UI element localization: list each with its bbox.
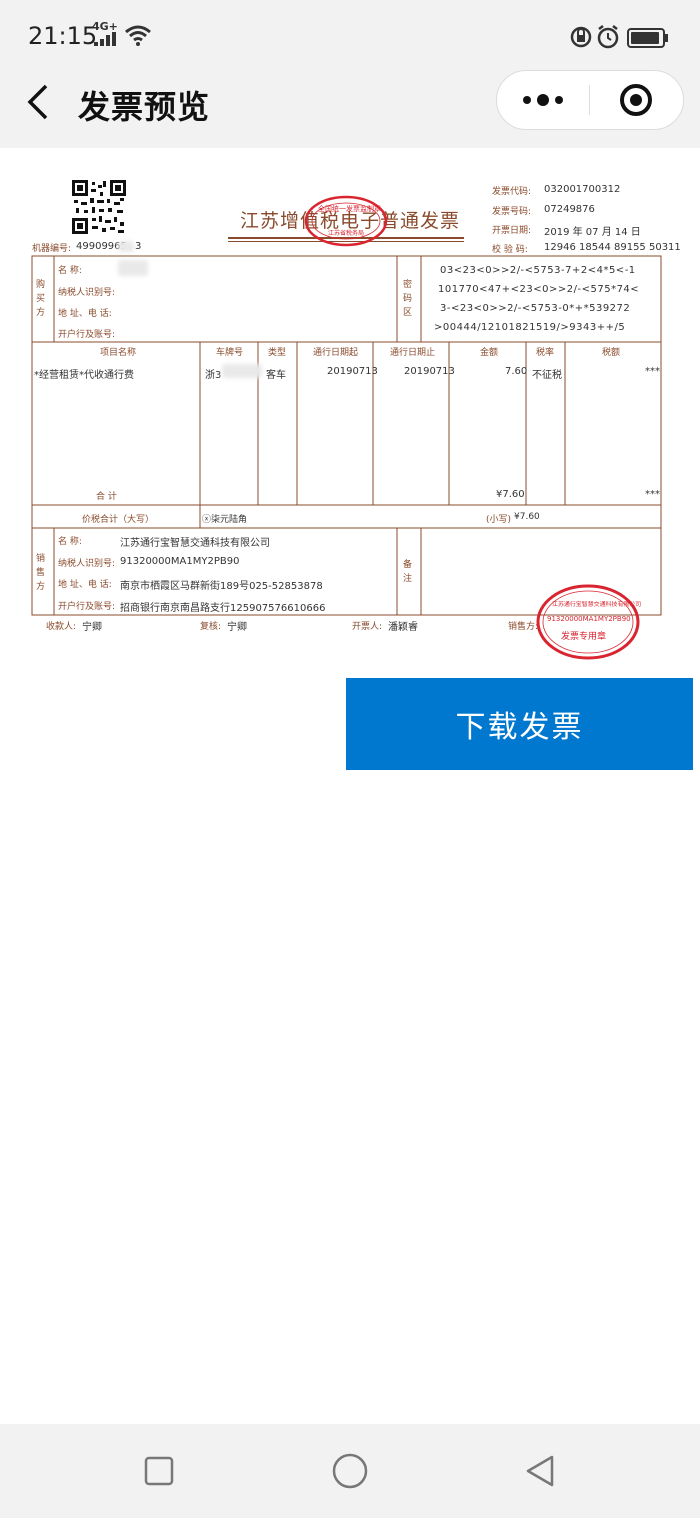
- invoice-preview: 江苏增值税电子普通发票 全国统一发票监制章 江苏省税务局 发票代码: 03200…: [0, 148, 700, 668]
- seller-seal-ring-text: 江苏通行宝智慧交通科技有限公司: [552, 600, 642, 608]
- total-amount: ¥7.60: [496, 489, 525, 500]
- lower-value: ¥7.60: [514, 512, 540, 522]
- back-icon[interactable]: [524, 1454, 556, 1488]
- col-tax: 税额: [602, 348, 621, 358]
- row-start: 20190713: [327, 366, 378, 377]
- total-tax: ***: [645, 489, 660, 500]
- seller-name-label: 名 称:: [58, 537, 82, 547]
- total-words: ⓧ柒元陆角: [202, 515, 248, 525]
- row-type: 客车: [266, 370, 286, 381]
- col-item-name: 项目名称: [100, 348, 137, 358]
- seller-taxid-label: 纳税人识别号:: [58, 559, 116, 569]
- cipher-area-label: 密码区: [403, 280, 413, 318]
- buyer-side-label: 购买方: [36, 280, 46, 318]
- status-time: 21:15: [28, 22, 98, 50]
- back-arrow-icon[interactable]: [26, 84, 50, 120]
- status-right-icons: [570, 25, 668, 49]
- cipher-line-4: >00444/12101821519/>9343++/5: [434, 322, 626, 333]
- total-words-label: 价税合计（大写）: [82, 515, 155, 525]
- nav-bar: 发票预览: [0, 70, 700, 148]
- recent-apps-icon[interactable]: [144, 1456, 174, 1486]
- cipher-line-2: 101770<47+<23<0>>2/-<575*74<: [438, 284, 640, 295]
- content-area: 江苏增值税电子普通发票 全国统一发票监制章 江苏省税务局 发票代码: 03200…: [0, 148, 700, 1424]
- col-end-date: 通行日期止: [390, 348, 436, 358]
- system-nav-bar: [0, 1424, 700, 1518]
- close-mini-program-icon[interactable]: [619, 83, 653, 117]
- row-tax: ***: [645, 366, 660, 377]
- rotation-lock-icon: [570, 26, 592, 48]
- wifi-icon: [125, 25, 151, 46]
- cipher-line-1: 03<23<0>>2/-<5753-7+2<4*5<-1: [440, 265, 636, 276]
- seller-bank-label: 开户行及账号:: [58, 602, 116, 612]
- more-icon[interactable]: [519, 89, 567, 111]
- buyer-address-label: 地 址、电 话:: [58, 309, 112, 319]
- buyer-taxid-label: 纳税人识别号:: [58, 288, 116, 298]
- seller-taxid-value: 91320000MA1MY2PB90: [120, 556, 240, 567]
- mini-program-capsule: [496, 70, 684, 130]
- signal-icon: [94, 32, 116, 46]
- row-item-name: *经营租赁*代收通行费: [34, 370, 134, 381]
- issuer-label: 开票人:: [352, 622, 383, 632]
- remarks-label: 备注: [403, 560, 413, 584]
- seller-seal-label: 发票专用章: [561, 632, 607, 642]
- col-plate: 车牌号: [216, 348, 244, 358]
- buyer-name-label: 名 称:: [58, 266, 82, 276]
- home-icon[interactable]: [332, 1453, 368, 1489]
- capsule-divider: [589, 85, 590, 115]
- seller-name-value: 江苏通行宝智慧交通科技有限公司: [120, 538, 270, 549]
- buyer-name-blur: [118, 260, 148, 276]
- row-rate: 不征税: [532, 370, 562, 381]
- lower-label: (小写): [486, 515, 512, 525]
- seller-bank-value: 招商银行南京南昌路支行125907576610666: [120, 603, 326, 614]
- page-title: 发票预览: [78, 88, 211, 126]
- alarm-icon: [597, 25, 619, 49]
- reviewer-value: 宁卿: [227, 622, 247, 633]
- payee-label: 收款人:: [46, 622, 77, 632]
- col-start-date: 通行日期起: [313, 348, 359, 358]
- seller-side-label: 销售方: [36, 554, 46, 592]
- seller-address-value: 南京市栖霞区马群新街189号025-52853878: [120, 581, 323, 592]
- row-plate: 浙3: [205, 370, 222, 381]
- row-amount: 7.60: [505, 366, 528, 377]
- row-plate-blur: [222, 364, 262, 378]
- payee-value: 宁卿: [82, 622, 102, 633]
- issuer-value: 潘颖睿: [388, 622, 418, 633]
- download-invoice-button[interactable]: 下载发票: [346, 678, 693, 770]
- reviewer-label: 复核:: [200, 622, 222, 632]
- total-label: 合 计: [96, 492, 117, 502]
- col-type: 类型: [268, 348, 287, 358]
- cipher-line-3: 3-<23<0>>2/-<5753-0*+*539272: [440, 303, 631, 314]
- col-amount: 金额: [480, 348, 499, 358]
- seller-seal-code: 91320000MA1MY2PB90: [547, 615, 631, 623]
- seller-address-label: 地 址、电 话:: [58, 580, 112, 590]
- status-bar: 21:15 4G+: [0, 0, 700, 70]
- buyer-bank-label: 开户行及账号:: [58, 330, 116, 340]
- row-end: 20190713: [404, 366, 455, 377]
- col-tax-rate: 税率: [536, 348, 555, 358]
- battery-icon: [627, 28, 668, 48]
- seller-footer-label: 销售方:: [508, 622, 539, 632]
